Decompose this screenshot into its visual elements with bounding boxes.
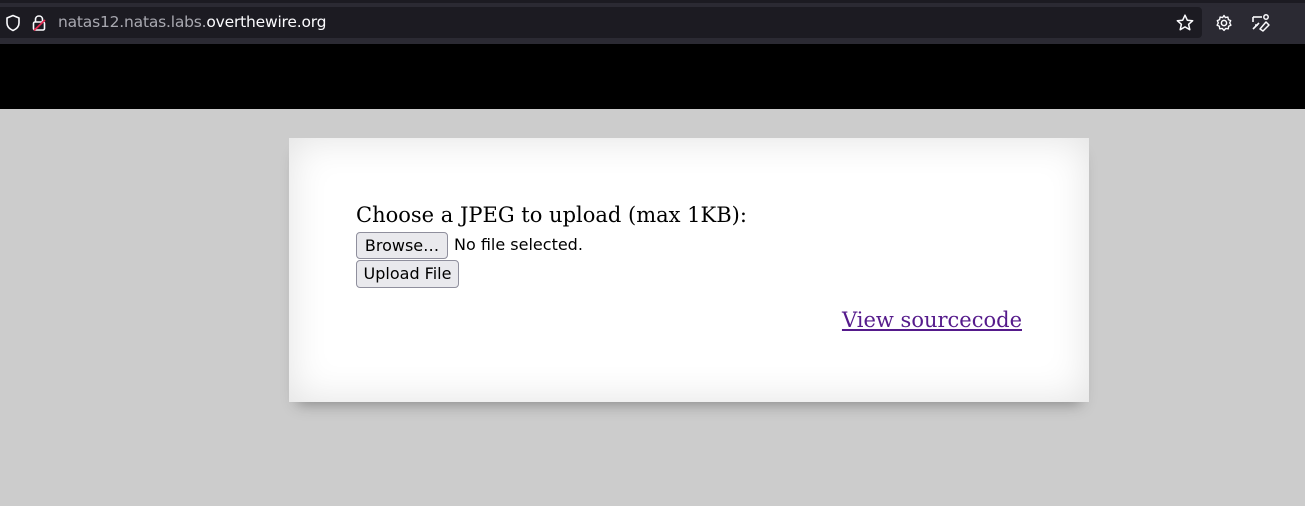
browse-button[interactable]: Browse…: [356, 232, 448, 259]
tools-icon[interactable]: [1250, 13, 1272, 33]
star-icon[interactable]: [1175, 13, 1195, 33]
url-domain: overthewire.org: [206, 13, 327, 31]
url-subdomain: natas12.natas.labs.: [58, 13, 207, 31]
upload-prompt: Choose a JPEG to upload (max 1KB):: [356, 203, 747, 227]
gear-icon[interactable]: [1214, 13, 1234, 33]
browser-toolbar: natas12.natas.labs.overthewire.org: [0, 0, 1305, 44]
content-card: Choose a JPEG to upload (max 1KB): Brows…: [289, 138, 1089, 402]
toolbar-top-edge: [0, 0, 1305, 3]
shield-icon[interactable]: [5, 14, 21, 32]
page-header-band: [0, 44, 1305, 109]
url-text[interactable]: natas12.natas.labs.overthewire.org: [58, 13, 326, 31]
lock-icon[interactable]: [31, 14, 47, 32]
view-sourcecode-link[interactable]: View sourcecode: [842, 308, 1022, 332]
upload-file-button[interactable]: Upload File: [356, 260, 459, 288]
file-status-text: No file selected.: [454, 235, 583, 254]
